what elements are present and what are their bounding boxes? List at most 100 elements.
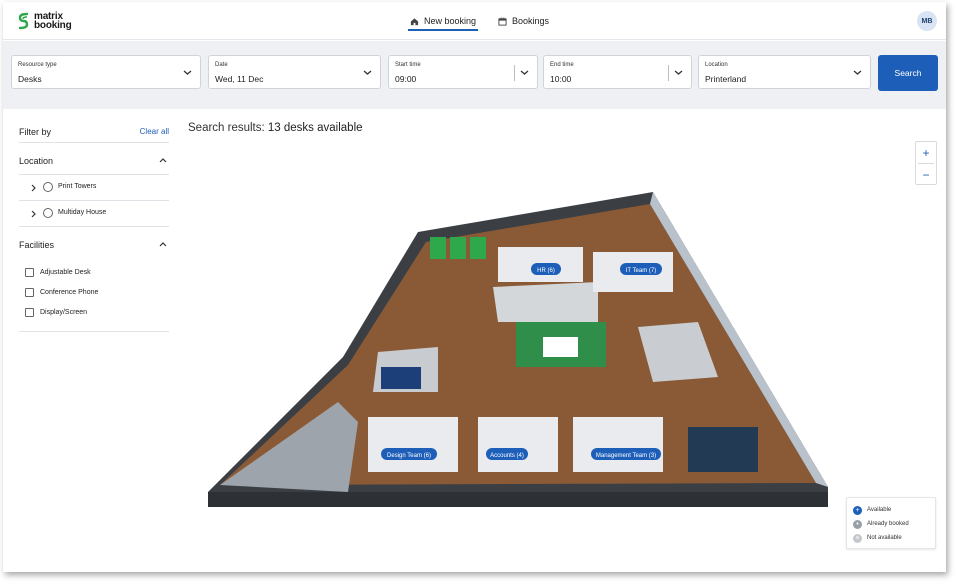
logo-line-2: booking — [34, 20, 72, 31]
facility-label: Display/Screen — [40, 309, 88, 316]
user-avatar[interactable]: MB — [917, 11, 937, 31]
zone-label-hr[interactable]: HR (6) — [531, 263, 561, 275]
search-bar: Resource type Desks Date Wed, 11 Dec Sta… — [3, 41, 946, 109]
location-radio[interactable] — [43, 208, 53, 218]
facility-option-adjustable-desk[interactable]: Adjustable Desk — [19, 263, 169, 283]
top-header: matrix booking New booking Bookings MB — [3, 2, 946, 40]
start-time-select[interactable]: Start time 09:00 — [388, 55, 538, 89]
blue-sofa — [381, 367, 421, 389]
phone-booth — [430, 237, 446, 259]
end-time-label: End time — [550, 62, 574, 68]
zoom-in-button[interactable]: + — [916, 142, 936, 163]
date-picker[interactable]: Date Wed, 11 Dec — [208, 55, 381, 89]
facility-checkbox[interactable] — [25, 268, 34, 277]
chevron-up-icon — [159, 242, 167, 247]
resource-type-value: Desks — [18, 74, 42, 84]
calendar-icon — [498, 16, 507, 26]
legend-label: Available — [867, 507, 892, 513]
zone-label-it-team[interactable]: IT Team (7) — [620, 263, 662, 275]
nav-new-booking[interactable]: New booking — [408, 2, 479, 40]
end-time-value: 10:00 — [550, 74, 572, 84]
location-radio[interactable] — [43, 182, 53, 192]
phone-booth — [450, 237, 466, 259]
floor-plan-map[interactable]: HR (6) IT Team (7) Design Team (6) Accou… — [198, 187, 838, 517]
location-option-label: Multiday House — [58, 209, 107, 216]
chevron-right-icon[interactable] — [31, 210, 36, 218]
matrix-booking-logo[interactable]: matrix booking — [17, 11, 72, 31]
search-button[interactable]: Search — [878, 55, 938, 91]
field-separator — [668, 65, 669, 81]
filter-sidebar: Filter by Clear all Location Print Tower… — [19, 109, 169, 332]
cross-icon: × — [853, 533, 862, 543]
start-time-label: Start time — [395, 62, 421, 68]
date-value: Wed, 11 Dec — [215, 74, 264, 84]
zoom-out-button[interactable]: − — [916, 164, 936, 185]
results-count: 13 desks available — [267, 122, 363, 134]
chevron-down-icon — [183, 70, 192, 75]
desk-cluster-accounts — [478, 417, 558, 472]
end-time-select[interactable]: End time 10:00 — [543, 55, 692, 89]
plus-icon: + — [853, 505, 862, 515]
field-separator — [514, 65, 515, 81]
date-label: Date — [215, 62, 228, 68]
legend-label: Already booked — [867, 521, 909, 527]
location-option-print-towers[interactable]: Print Towers — [19, 175, 169, 201]
location-option-multiday-house[interactable]: Multiday House — [19, 201, 169, 227]
zone-label-design-team[interactable]: Design Team (6) — [381, 448, 437, 460]
chevron-down-icon — [853, 70, 862, 75]
zone-label-accounts-text: Accounts (4) — [490, 453, 524, 459]
filter-title: Filter by — [19, 127, 52, 137]
facility-label: Adjustable Desk — [40, 269, 91, 276]
facility-checkbox[interactable] — [25, 308, 34, 317]
map-zoom-control: + − — [915, 141, 937, 185]
search-results-title: Search results: 13 desks available — [188, 122, 363, 134]
zone-label-management-team-text: Management Team (3) — [596, 453, 656, 459]
chevron-up-icon — [159, 158, 167, 163]
chevron-down-icon — [520, 70, 529, 75]
zone-label-hr-text: HR (6) — [537, 268, 555, 274]
chevron-down-icon — [674, 70, 683, 75]
logo-icon — [18, 12, 29, 30]
legend-available: + Available — [853, 504, 891, 516]
legend-label: Not available — [867, 535, 902, 541]
central-room — [493, 282, 598, 322]
location-section-header[interactable]: Location — [19, 143, 169, 175]
facility-option-display-screen[interactable]: Display/Screen — [19, 303, 169, 323]
app-window: matrix booking New booking Bookings MB R… — [3, 2, 946, 572]
desk-cluster-management — [573, 417, 663, 472]
location-option-label: Print Towers — [58, 183, 97, 190]
location-select[interactable]: Location Printerland — [698, 55, 871, 89]
zone-label-design-team-text: Design Team (6) — [387, 453, 431, 459]
chevron-right-icon[interactable] — [31, 184, 36, 192]
resource-type-select[interactable]: Resource type Desks — [11, 55, 201, 89]
resource-type-label: Resource type — [18, 62, 57, 68]
home-icon — [410, 17, 419, 25]
front-wall — [208, 492, 828, 507]
zone-label-it-team-text: IT Team (7) — [626, 268, 656, 274]
clear-all-link[interactable]: Clear all — [140, 127, 169, 136]
facility-label: Conference Phone — [40, 289, 99, 296]
facilities-section-header[interactable]: Facilities — [19, 227, 169, 259]
location-section-title: Location — [19, 156, 54, 166]
main-nav: New booking Bookings — [408, 2, 551, 40]
facilities-section-title: Facilities — [19, 240, 55, 250]
zone-label-accounts[interactable]: Accounts (4) — [486, 448, 528, 460]
nav-bookings-label: Bookings — [512, 16, 550, 26]
nav-bookings[interactable]: Bookings — [496, 2, 551, 40]
chevron-down-icon — [363, 70, 372, 75]
facilities-list: Adjustable Desk Conference Phone Display… — [19, 259, 169, 332]
filter-header: Filter by Clear all — [19, 109, 169, 143]
location-value: Printerland — [705, 74, 747, 84]
desk-cluster-design — [368, 417, 458, 472]
nav-new-booking-label: New booking — [424, 16, 477, 26]
legend-not-available: × Not available — [853, 532, 902, 544]
zone-label-management-team[interactable]: Management Team (3) — [591, 448, 661, 460]
map-legend: + Available • Already booked × Not avail… — [846, 497, 936, 549]
results-prefix: Search results: — [188, 122, 265, 134]
start-time-value: 09:00 — [395, 74, 417, 84]
facility-option-conference-phone[interactable]: Conference Phone — [19, 283, 169, 303]
lounge-area — [688, 427, 758, 472]
person-icon: • — [853, 519, 862, 529]
facility-checkbox[interactable] — [25, 288, 34, 297]
legend-already-booked: • Already booked — [853, 518, 909, 530]
